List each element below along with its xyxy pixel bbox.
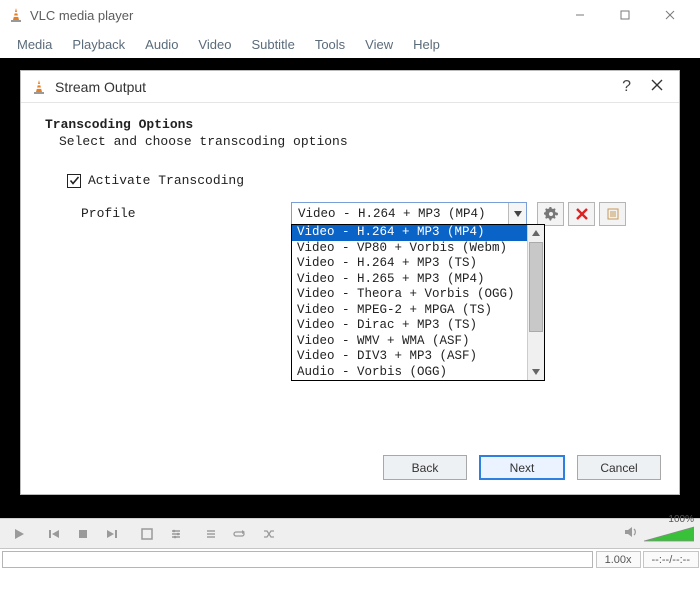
profile-option[interactable]: Video - VP80 + Vorbis (Webm) <box>292 241 527 257</box>
cancel-button[interactable]: Cancel <box>577 455 661 480</box>
vlc-cone-icon <box>8 7 24 23</box>
profile-select-value: Video - H.264 + MP3 (MP4) <box>292 207 508 221</box>
new-profile-button[interactable] <box>599 202 626 226</box>
prev-track-button[interactable] <box>41 523 67 545</box>
stream-output-dialog: Stream Output ? Transcoding Options Sele… <box>20 70 680 495</box>
volume-percent: 100% <box>668 514 694 525</box>
window-titlebar: VLC media player <box>0 0 700 30</box>
dialog-body: Transcoding Options Select and choose tr… <box>21 103 679 445</box>
extended-settings-button[interactable] <box>163 523 189 545</box>
activate-transcoding-label: Activate Transcoding <box>88 173 244 188</box>
activate-transcoding-checkbox[interactable]: Activate Transcoding <box>67 173 655 188</box>
page-subheading: Select and choose transcoding options <box>59 134 655 149</box>
profile-select[interactable]: Video - H.264 + MP3 (MP4) <box>291 202 527 225</box>
delete-profile-button[interactable] <box>568 202 595 226</box>
menubar: Media Playback Audio Video Subtitle Tool… <box>0 30 700 58</box>
playback-speed[interactable]: 1.00x <box>596 551 641 568</box>
checkbox-icon <box>67 174 81 188</box>
seek-bar[interactable] <box>2 551 593 568</box>
next-track-button[interactable] <box>99 523 125 545</box>
dropdown-scrollbar[interactable] <box>527 225 544 380</box>
profile-option[interactable]: Video - MPEG-2 + MPGA (TS) <box>292 303 527 319</box>
dialog-titlebar: Stream Output ? <box>21 71 679 103</box>
profile-option[interactable]: Video - WMV + WMA (ASF) <box>292 334 527 350</box>
statusbar: 1.00x --:--/--:-- <box>0 548 700 570</box>
edit-profile-button[interactable] <box>537 202 564 226</box>
shuffle-button[interactable] <box>256 523 282 545</box>
maximize-button[interactable] <box>602 0 647 30</box>
menu-video[interactable]: Video <box>189 33 240 56</box>
profile-option[interactable]: Video - Theora + Vorbis (OGG) <box>292 287 527 303</box>
page-heading: Transcoding Options <box>45 117 655 132</box>
vlc-cone-icon <box>31 79 47 95</box>
dialog-close-button[interactable] <box>645 79 669 94</box>
loop-button[interactable] <box>227 523 253 545</box>
dialog-title: Stream Output <box>55 79 608 95</box>
fullscreen-button[interactable] <box>134 523 160 545</box>
next-button[interactable]: Next <box>479 455 565 480</box>
playlist-button[interactable] <box>198 523 224 545</box>
profile-option[interactable]: Audio - Vorbis (OGG) <box>292 365 527 381</box>
profile-dropdown: Video - H.264 + MP3 (MP4) Video - VP80 +… <box>291 224 545 381</box>
volume-slider[interactable]: 100% <box>644 525 694 543</box>
menu-view[interactable]: View <box>356 33 402 56</box>
back-button[interactable]: Back <box>383 455 467 480</box>
scroll-up-icon[interactable] <box>528 225 544 241</box>
stop-button[interactable] <box>70 523 96 545</box>
menu-audio[interactable]: Audio <box>136 33 187 56</box>
profile-label: Profile <box>81 202 281 221</box>
menu-tools[interactable]: Tools <box>306 33 354 56</box>
chevron-down-icon <box>508 203 526 224</box>
dialog-button-row: Back Next Cancel <box>21 445 679 494</box>
profile-option[interactable]: Video - DIV3 + MP3 (ASF) <box>292 349 527 365</box>
profile-option[interactable]: Video - H.264 + MP3 (TS) <box>292 256 527 272</box>
playback-controlbar: 100% <box>0 518 700 548</box>
menu-help[interactable]: Help <box>404 33 449 56</box>
video-stage: Stream Output ? Transcoding Options Sele… <box>0 58 700 518</box>
scroll-down-icon[interactable] <box>528 364 544 380</box>
volume-control[interactable]: 100% <box>624 525 694 543</box>
menu-subtitle[interactable]: Subtitle <box>242 33 303 56</box>
window-title: VLC media player <box>30 8 557 23</box>
profile-option[interactable]: Video - H.265 + MP3 (MP4) <box>292 272 527 288</box>
minimize-button[interactable] <box>557 0 602 30</box>
menu-playback[interactable]: Playback <box>63 33 134 56</box>
time-display: --:--/--:-- <box>643 551 699 568</box>
menu-media[interactable]: Media <box>8 33 61 56</box>
play-button[interactable] <box>6 523 32 545</box>
speaker-icon <box>624 525 640 542</box>
scroll-thumb[interactable] <box>529 242 543 332</box>
close-button[interactable] <box>647 0 692 30</box>
dialog-help-button[interactable]: ? <box>608 78 645 96</box>
profile-option[interactable]: Video - Dirac + MP3 (TS) <box>292 318 527 334</box>
profile-option[interactable]: Video - H.264 + MP3 (MP4) <box>292 225 527 241</box>
